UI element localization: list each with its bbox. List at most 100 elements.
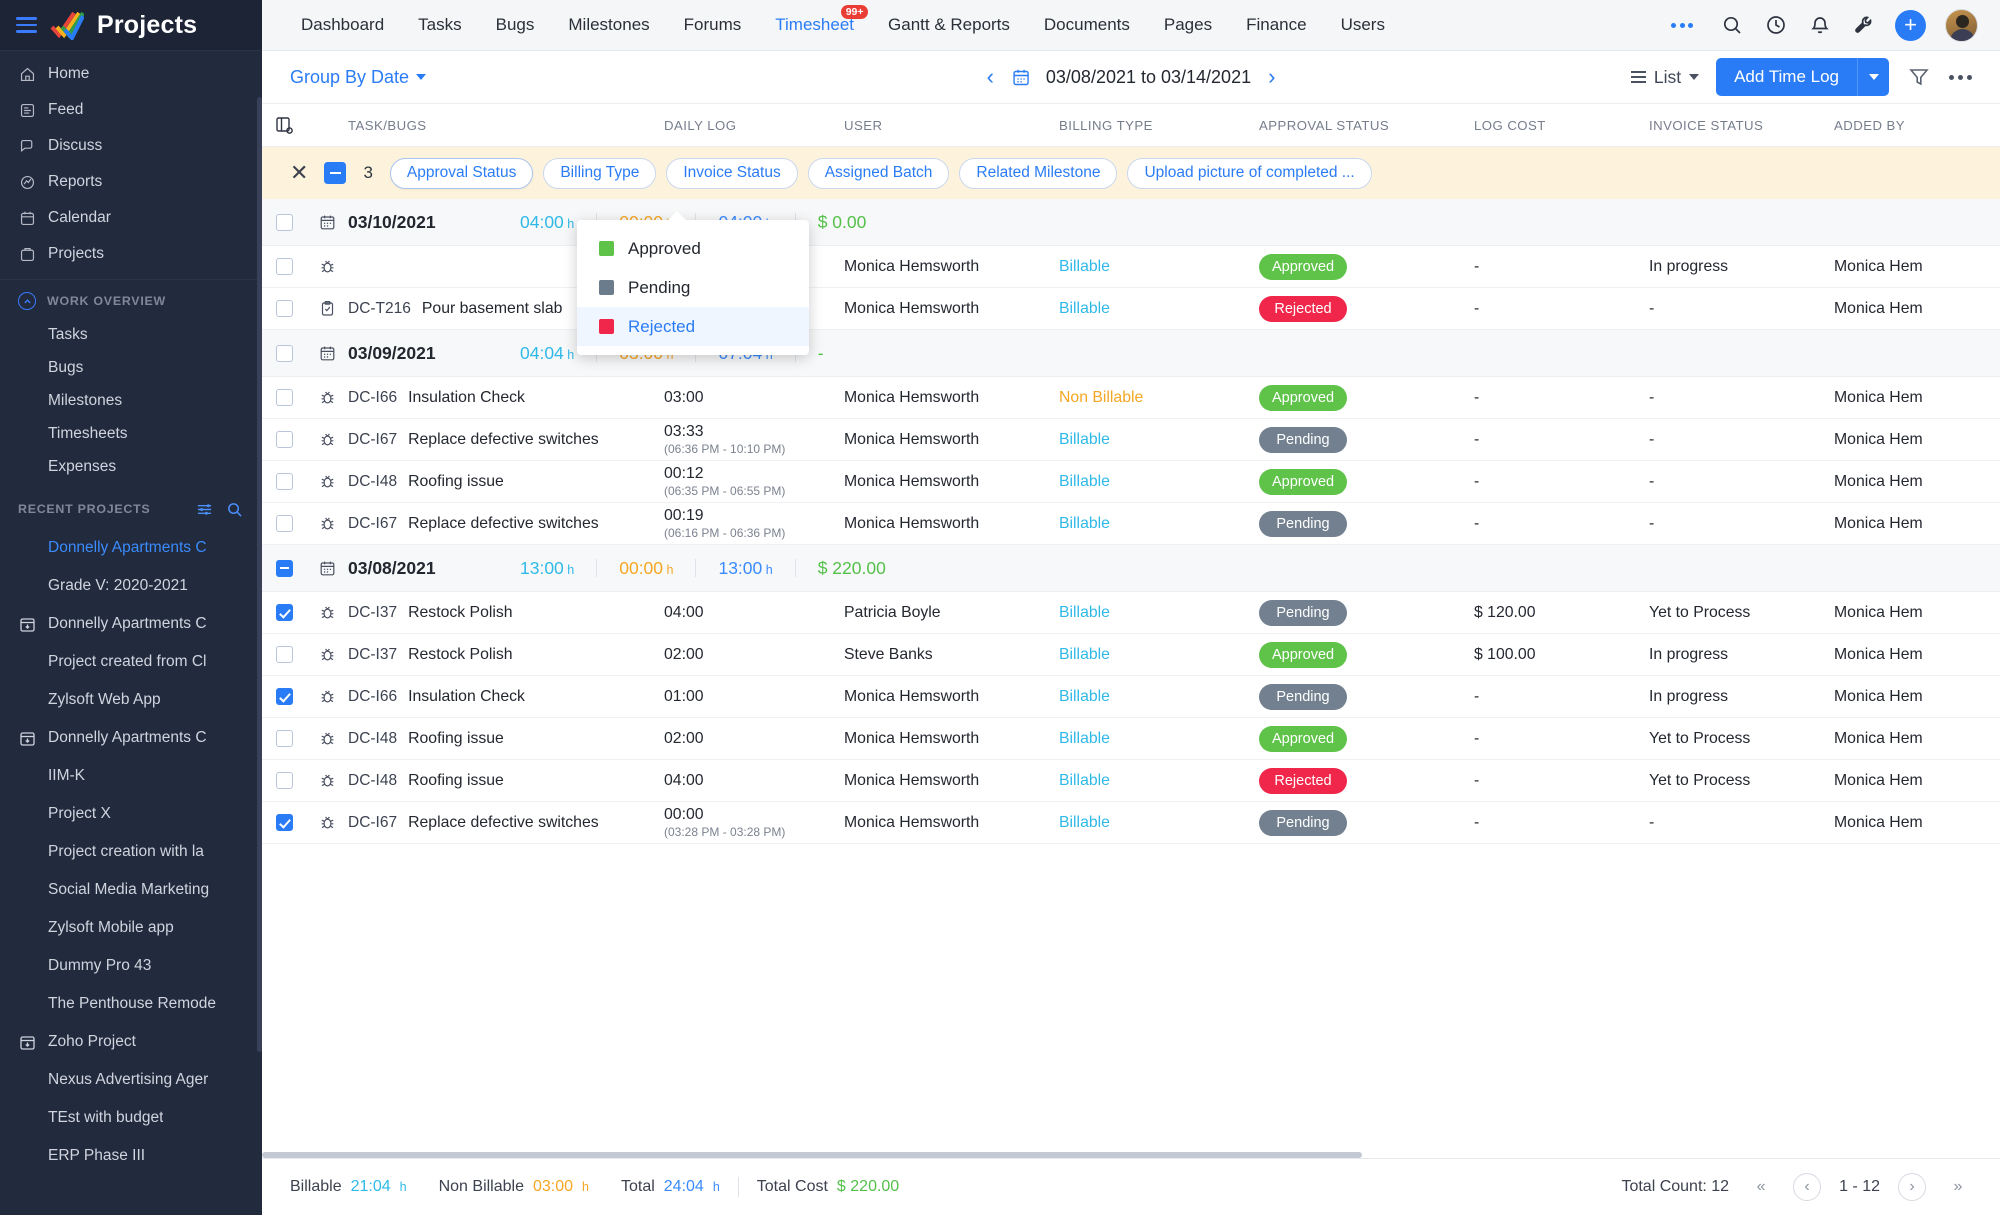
row-checkbox[interactable] <box>275 772 293 789</box>
table-row[interactable]: DC-I66 Insulation Check 01:00 Monica Hemswo… <box>262 676 2000 718</box>
sidebar-project-item[interactable]: TEst with budget <box>0 1099 262 1137</box>
billing-type-value[interactable]: Billable <box>1059 730 1110 747</box>
row-checkbox[interactable] <box>275 515 293 532</box>
billing-type-value[interactable]: Billable <box>1059 473 1110 490</box>
table-group-row[interactable]: 03/10/202104:00 h00:00 h04:00 h$ 0.00 <box>262 199 2000 246</box>
plus-icon[interactable]: + <box>1895 9 1926 41</box>
sidebar-project-item[interactable]: Zylsoft Web App <box>0 681 262 719</box>
sidebar-item-milestones[interactable]: Milestones <box>0 384 262 417</box>
sidebar-item-bugs[interactable]: Bugs <box>0 351 262 384</box>
billing-type-value[interactable]: Non Billable <box>1059 389 1143 406</box>
search-icon[interactable] <box>1719 13 1744 38</box>
sidebar-project-item[interactable]: Project created from Cl <box>0 643 262 681</box>
status-badge[interactable]: Pending <box>1259 599 1347 626</box>
status-badge[interactable]: Approved <box>1259 468 1348 495</box>
status-badge[interactable]: Approved <box>1259 641 1348 668</box>
status-badge[interactable]: Pending <box>1259 683 1347 710</box>
sidebar-project-item[interactable]: Zylsoft Mobile app <box>0 909 262 947</box>
search-icon[interactable] <box>224 499 244 519</box>
add-time-log-dropdown-button[interactable] <box>1857 58 1889 96</box>
sidebar-item-expenses[interactable]: Expenses <box>0 450 262 483</box>
status-badge[interactable]: Approved <box>1259 384 1348 411</box>
status-badge[interactable]: Pending <box>1259 510 1347 537</box>
table-row[interactable]: DC-I37 Restock Polish 04:00 Patricia Boyle B… <box>262 592 2000 634</box>
minus-box-icon[interactable] <box>324 162 347 184</box>
nav-tab-forums[interactable]: Forums <box>667 0 759 51</box>
filter-chip-invoice-status[interactable]: Invoice Status <box>666 157 798 189</box>
table-row[interactable]: 04:00Monica HemsworthBillableApproved-In… <box>262 246 2000 288</box>
status-badge[interactable]: Approved <box>1259 725 1348 752</box>
sidebar-project-item[interactable]: Donnelly Apartments C <box>0 719 262 757</box>
billing-type-value[interactable]: Billable <box>1059 772 1110 789</box>
sidebar-item-discuss[interactable]: Discuss <box>0 128 262 164</box>
sidebar-project-item[interactable]: Grade V: 2020-2021 <box>0 567 262 605</box>
sidebar-project-item[interactable]: The Penthouse Remode <box>0 985 262 1023</box>
filter-chip-approval-status[interactable]: Approval Status <box>389 157 534 189</box>
table-row[interactable]: DC-I67 Replace defective switches 00:19 (06… <box>262 503 2000 545</box>
row-checkbox[interactable] <box>275 604 293 621</box>
sidebar-project-item[interactable]: IIM-K <box>0 757 262 795</box>
billing-type-value[interactable]: Billable <box>1059 646 1110 663</box>
chevron-right-icon[interactable]: › <box>1898 1173 1926 1201</box>
row-checkbox[interactable] <box>275 559 293 577</box>
filter-chip-billing-type[interactable]: Billing Type <box>543 157 657 189</box>
status-badge[interactable]: Pending <box>1259 809 1347 836</box>
double-chevron-right-icon[interactable]: » <box>1944 1173 1972 1201</box>
nav-tab-milestones[interactable]: Milestones <box>551 0 666 51</box>
sidebar-item-reports[interactable]: Reports <box>0 164 262 200</box>
sidebar-item-timesheets[interactable]: Timesheets <box>0 417 262 450</box>
row-checkbox[interactable] <box>275 258 293 275</box>
table-row[interactable]: DC-I48 Roofing issue 00:12 (06:35 PM - 06:5… <box>262 461 2000 503</box>
calendar-icon[interactable] <box>1011 67 1032 88</box>
row-checkbox[interactable] <box>275 431 293 448</box>
nav-tab-tasks[interactable]: Tasks <box>401 0 478 51</box>
table-row[interactable]: DC-I67 Replace defective switches 03:33 (06… <box>262 419 2000 461</box>
more-horizontal-icon[interactable] <box>1949 74 1972 80</box>
table-row[interactable]: DC-T216Pour basement slab00:00(11:00 AM … <box>262 288 2000 330</box>
table-group-row[interactable]: 03/08/2021 13:00 h 00:00 h 13:00 h $ 220.00 <box>262 545 2000 592</box>
nav-tab-gantt-reports[interactable]: Gantt & Reports <box>871 0 1027 51</box>
nav-tab-finance[interactable]: Finance <box>1229 0 1323 51</box>
sidebar-project-item[interactable]: Nexus Advertising Ager <box>0 1061 262 1099</box>
row-checkbox[interactable] <box>275 688 293 705</box>
nav-tab-timesheet[interactable]: Timesheet 99+ <box>758 0 871 51</box>
dropdown-option-approved[interactable]: Approved <box>577 229 809 268</box>
more-horizontal-icon[interactable] <box>1655 0 1709 51</box>
billing-type-value[interactable]: Billable <box>1059 515 1110 532</box>
table-group-row[interactable]: 03/09/202104:04 h03:00 h07:04 h- <box>262 330 2000 377</box>
sidebar-item-calendar[interactable]: Calendar <box>0 200 262 236</box>
status-badge[interactable]: Rejected <box>1259 295 1347 322</box>
nav-tab-bugs[interactable]: Bugs <box>479 0 552 51</box>
row-checkbox[interactable] <box>275 646 293 663</box>
nav-tab-documents[interactable]: Documents <box>1027 0 1147 51</box>
billing-type-value[interactable]: Billable <box>1059 688 1110 705</box>
row-checkbox[interactable] <box>275 300 293 317</box>
row-checkbox[interactable] <box>275 344 293 362</box>
sidebar-section-work-overview[interactable]: WORK OVERVIEW <box>0 284 262 318</box>
view-selector[interactable]: List <box>1630 67 1700 88</box>
sidebar-project-item[interactable]: Donnelly Apartments C <box>0 529 262 567</box>
row-checkbox[interactable] <box>275 389 293 406</box>
sidebar-item-projects[interactable]: Projects <box>0 236 262 272</box>
row-checkbox[interactable] <box>275 213 293 231</box>
billing-type-value[interactable]: Billable <box>1059 814 1110 831</box>
horizontal-scrollbar[interactable] <box>262 1152 1362 1158</box>
sidebar-item-feed[interactable]: Feed <box>0 92 262 128</box>
sidebar-project-item[interactable]: Project X <box>0 795 262 833</box>
sidebar-project-item[interactable]: Dummy Pro 43 <box>0 947 262 985</box>
table-row[interactable]: DC-I37 Restock Polish 02:00 Steve Banks Bill… <box>262 634 2000 676</box>
filter-chip-upload-picture-of-completed[interactable]: Upload picture of completed ... <box>1127 157 1372 189</box>
nav-tab-users[interactable]: Users <box>1324 0 1402 51</box>
close-icon[interactable]: ✕ <box>284 162 314 184</box>
bell-icon[interactable] <box>1807 13 1832 38</box>
status-badge[interactable]: Rejected <box>1259 767 1347 794</box>
chevron-right-icon[interactable]: › <box>1265 66 1278 88</box>
sidebar-project-item[interactable]: Donnelly Apartments C <box>0 605 262 643</box>
row-checkbox[interactable] <box>275 814 293 831</box>
sidebar-project-item[interactable]: Social Media Marketing <box>0 871 262 909</box>
hamburger-icon[interactable] <box>16 17 37 33</box>
billing-type-value[interactable]: Billable <box>1059 604 1110 621</box>
sidebar-project-item[interactable]: Zoho Project <box>0 1023 262 1061</box>
nav-tab-pages[interactable]: Pages <box>1147 0 1229 51</box>
billing-type-value[interactable]: Billable <box>1059 431 1110 448</box>
